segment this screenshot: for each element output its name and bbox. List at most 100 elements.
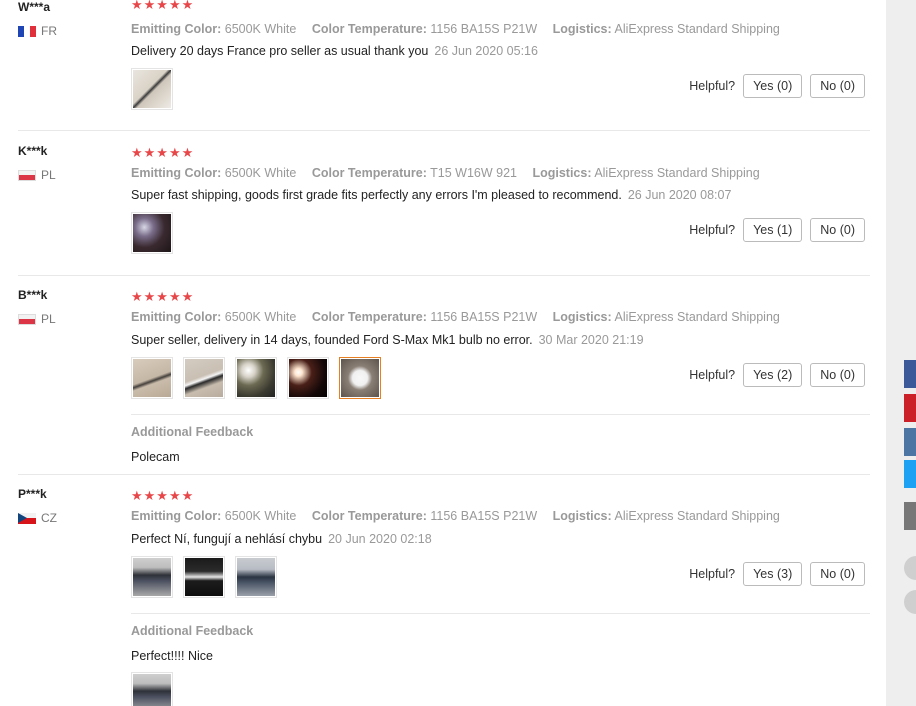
reviewer-name: B***k	[18, 288, 48, 302]
review-divider	[18, 275, 870, 276]
review-body: Super fast shipping, goods first grade f…	[131, 188, 622, 202]
logistics-value: AliExpress Standard Shipping	[614, 22, 780, 36]
france-flag-icon	[18, 25, 36, 37]
review-photos	[131, 556, 277, 598]
additional-feedback-divider	[131, 613, 870, 614]
emitting-color-label: Emitting Color:	[131, 509, 222, 523]
helpful-label: Helpful?	[689, 567, 736, 581]
review-photo-selected[interactable]	[339, 357, 381, 399]
helpful-label: Helpful?	[689, 79, 736, 93]
review-body: Super seller, delivery in 14 days, found…	[131, 333, 533, 347]
color-temperature-label: Color Temperature:	[311, 310, 427, 324]
helpful-no-button[interactable]: No (0)	[810, 562, 865, 586]
helpful-label: Helpful?	[689, 223, 736, 237]
share-more-icon[interactable]	[904, 502, 916, 530]
reviewer-country: PL	[18, 312, 56, 326]
country-code: FR	[41, 24, 57, 38]
review-date: 26 Jun 2020 08:07	[627, 188, 732, 202]
review-photo[interactable]	[131, 357, 173, 399]
helpful-controls: Helpful? Yes (2) No (0)	[689, 363, 865, 387]
star-rating: ★★★★★	[131, 145, 195, 160]
review-attributes: Emitting Color: 6500K White Color Temper…	[131, 166, 772, 180]
reviews-page: W***a FR ★★★★★ Emitting Color: 6500K Whi…	[0, 0, 886, 706]
emitting-color-label: Emitting Color:	[131, 166, 222, 180]
review-text: Perfect Ní, fungují a nehlásí chybu 20 Ju…	[131, 532, 432, 546]
review-photos	[131, 357, 381, 399]
review-divider	[18, 474, 870, 475]
star-rating: ★★★★★	[131, 488, 195, 503]
logistics-label: Logistics:	[532, 166, 592, 180]
reviewer-country: CZ	[18, 511, 57, 525]
reviewer-country: PL	[18, 168, 56, 182]
logistics-label: Logistics:	[552, 22, 612, 36]
helpful-controls: Helpful? Yes (1) No (0)	[689, 218, 865, 242]
country-code: PL	[41, 168, 56, 182]
star-rating: ★★★★★	[131, 0, 195, 12]
review-photo[interactable]	[183, 556, 225, 598]
additional-feedback-photos	[131, 672, 173, 706]
review-photo[interactable]	[131, 556, 173, 598]
logistics-value: AliExpress Standard Shipping	[614, 310, 780, 324]
color-temperature-value: 1156 BA15S P21W	[430, 22, 538, 36]
star-rating: ★★★★★	[131, 289, 195, 304]
review-photo[interactable]	[183, 357, 225, 399]
review-photo[interactable]	[287, 357, 329, 399]
review-attributes: Emitting Color: 6500K White Color Temper…	[131, 310, 792, 324]
poland-flag-icon	[18, 313, 36, 325]
country-code: PL	[41, 312, 56, 326]
logistics-label: Logistics:	[552, 310, 612, 324]
color-temperature-label: Color Temperature:	[311, 22, 427, 36]
review-photos	[131, 212, 173, 254]
poland-flag-icon	[18, 169, 36, 181]
review-date: 26 Jun 2020 05:16	[434, 44, 538, 58]
emitting-color-label: Emitting Color:	[131, 310, 222, 324]
review-photo[interactable]	[131, 212, 173, 254]
review-date: 20 Jun 2020 02:18	[328, 532, 432, 546]
additional-feedback-title: Additional Feedback	[131, 425, 254, 439]
review-attributes: Emitting Color: 6500K White Color Temper…	[131, 509, 792, 523]
review-body: Perfect Ní, fungují a nehlásí chybu	[131, 532, 323, 546]
facebook-share-icon[interactable]	[904, 360, 916, 388]
additional-feedback-text: Polecam	[131, 450, 180, 464]
review-photo[interactable]	[235, 556, 277, 598]
review-photos	[131, 68, 173, 110]
color-temperature-value: T15 W16W 921	[430, 166, 517, 180]
emitting-color-label: Emitting Color:	[131, 22, 222, 36]
review-date: 30 Mar 2020 21:19	[538, 333, 644, 347]
helpful-yes-button[interactable]: Yes (2)	[743, 363, 803, 387]
review-body: Delivery 20 days France pro seller as us…	[131, 44, 429, 58]
review-divider	[18, 130, 870, 131]
country-code: CZ	[41, 511, 57, 525]
helpful-no-button[interactable]: No (0)	[810, 218, 865, 242]
helpful-yes-button[interactable]: Yes (1)	[743, 218, 803, 242]
czech-flag-icon	[18, 512, 36, 524]
review-photo[interactable]	[131, 68, 173, 110]
review-text: Delivery 20 days France pro seller as us…	[131, 44, 538, 58]
additional-feedback-text: Perfect!!!! Nice	[131, 649, 213, 663]
reviewer-name: W***a	[18, 0, 51, 14]
helpful-no-button[interactable]: No (0)	[810, 74, 865, 98]
vk-share-icon[interactable]	[904, 428, 916, 456]
color-temperature-label: Color Temperature:	[311, 166, 427, 180]
helpful-yes-button[interactable]: Yes (0)	[743, 74, 803, 98]
helpful-no-button[interactable]: No (0)	[810, 363, 865, 387]
twitter-share-icon[interactable]	[904, 460, 916, 488]
helpful-controls: Helpful? Yes (3) No (0)	[689, 562, 865, 586]
logistics-label: Logistics:	[552, 509, 612, 523]
review-photo[interactable]	[131, 672, 173, 706]
review-text: Super fast shipping, goods first grade f…	[131, 188, 731, 202]
color-temperature-value: 1156 BA15S P21W	[430, 509, 538, 523]
emitting-color-value: 6500K White	[224, 22, 297, 36]
reviewer-country: FR	[18, 24, 57, 38]
helpful-yes-button[interactable]: Yes (3)	[743, 562, 803, 586]
color-temperature-label: Color Temperature:	[311, 509, 427, 523]
review-photo[interactable]	[235, 357, 277, 399]
pinterest-share-icon[interactable]	[904, 394, 916, 422]
logistics-value: AliExpress Standard Shipping	[594, 166, 760, 180]
helpful-label: Helpful?	[689, 368, 736, 382]
emitting-color-value: 6500K White	[224, 310, 297, 324]
review-text: Super seller, delivery in 14 days, found…	[131, 333, 644, 347]
emitting-color-value: 6500K White	[224, 509, 297, 523]
review-attributes: Emitting Color: 6500K White Color Temper…	[131, 22, 792, 36]
additional-feedback-divider	[131, 414, 870, 415]
